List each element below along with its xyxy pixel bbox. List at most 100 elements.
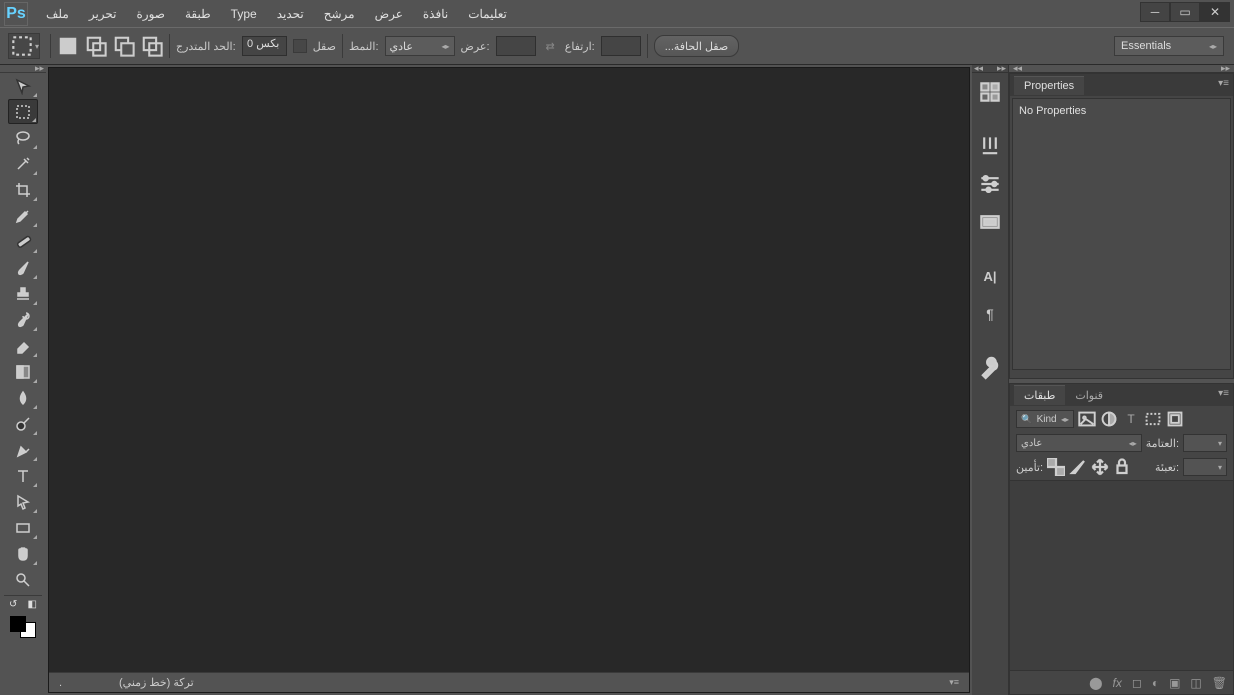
default-colors-icon[interactable]: ◧ [28, 599, 37, 610]
intersect-selection-button[interactable] [141, 35, 163, 57]
height-input[interactable] [601, 36, 641, 56]
menu-image[interactable]: صورة [127, 4, 175, 24]
panel-menu-icon[interactable]: ▾≡ [949, 677, 959, 688]
text-tool[interactable] [8, 463, 38, 488]
swap-icon[interactable]: ⇄ [542, 40, 559, 53]
opacity-input[interactable]: ▾ [1183, 434, 1227, 452]
layers-tab[interactable]: طبقات [1014, 385, 1065, 405]
new-selection-button[interactable] [57, 35, 79, 57]
layer-mask-button[interactable]: ◻ [1132, 676, 1142, 690]
character-panel-button[interactable]: A| [977, 263, 1003, 289]
feather-input[interactable]: 0 بكس [242, 36, 287, 56]
pen-tool[interactable] [8, 437, 38, 462]
lasso-tool[interactable] [8, 125, 38, 150]
filter-shape-button[interactable] [1144, 410, 1162, 428]
lock-transparency-button[interactable] [1047, 458, 1065, 476]
filter-smart-button[interactable] [1166, 410, 1184, 428]
minimize-button[interactable]: ─ [1140, 2, 1170, 22]
panel-menu-button[interactable]: ▾≡ [1218, 78, 1229, 89]
crop-tool[interactable] [8, 177, 38, 202]
tools-preset-panel-button[interactable] [977, 355, 1003, 381]
lock-all-button[interactable] [1113, 458, 1131, 476]
panels-grip[interactable]: ◂◂▸▸ [1009, 65, 1234, 73]
close-button[interactable]: ✕ [1200, 2, 1230, 22]
menu-help[interactable]: تعليمات [458, 4, 517, 24]
maximize-button[interactable]: ▭ [1170, 2, 1200, 22]
lock-pixels-button[interactable] [1069, 458, 1087, 476]
blur-tool[interactable] [8, 385, 38, 410]
styles-panel-button[interactable] [977, 209, 1003, 235]
color-panel-button[interactable] [977, 79, 1003, 105]
subtract-selection-button[interactable] [113, 35, 135, 57]
fill-input[interactable]: ▾ [1183, 458, 1227, 476]
shape-tool[interactable] [8, 515, 38, 540]
quick-select-tool[interactable] [8, 151, 38, 176]
color-swatches[interactable] [8, 614, 38, 640]
panel-menu-button[interactable]: ▾≡ [1218, 388, 1229, 399]
swap-colors-icon[interactable]: ↺ [9, 599, 17, 610]
sub-sel-icon [113, 35, 135, 57]
zoom-level[interactable]: . [59, 677, 99, 689]
workspace-switcher[interactable]: Essentials ◂▸ [1114, 36, 1224, 56]
gradient-tool[interactable] [8, 359, 38, 384]
blend-mode-value: عادي [1021, 438, 1042, 449]
blend-mode-select[interactable]: عادي◂▸ [1016, 434, 1142, 452]
stamp-tool[interactable] [8, 281, 38, 306]
eyedropper-tool[interactable] [8, 203, 38, 228]
eraser-tool[interactable] [8, 333, 38, 358]
filter-text-button[interactable]: T [1122, 410, 1140, 428]
hand-tool[interactable] [8, 541, 38, 566]
link-layers-button[interactable]: ⬤ [1089, 676, 1102, 690]
add-selection-button[interactable] [85, 35, 107, 57]
menu-filter[interactable]: مرشح [314, 4, 365, 24]
group-button[interactable]: ▣ [1169, 676, 1180, 690]
channels-tab[interactable]: قنوات [1065, 386, 1113, 405]
refine-edge-button[interactable]: ...صقل الحافة [654, 35, 739, 57]
healing-tool[interactable] [8, 229, 38, 254]
filter-adjust-button[interactable] [1100, 410, 1118, 428]
zoom-tool[interactable] [8, 567, 38, 592]
bandage-icon [14, 233, 32, 251]
new-layer-button[interactable]: ◫ [1190, 676, 1201, 690]
style-select[interactable]: عادي ◂▸ [385, 36, 455, 56]
filter-kind-select[interactable]: 🔍Kind◂▸ [1016, 410, 1074, 428]
antialias-label: صقل [313, 40, 336, 53]
lock-position-button[interactable] [1091, 458, 1109, 476]
delete-layer-button[interactable]: 🗑 [1212, 676, 1227, 690]
foreground-color-swatch[interactable] [10, 616, 26, 632]
width-input[interactable] [496, 36, 536, 56]
menu-window[interactable]: نافذة [413, 4, 458, 24]
properties-tab[interactable]: Properties [1014, 76, 1084, 95]
history-brush-tool[interactable] [8, 307, 38, 332]
layers-list[interactable] [1010, 480, 1233, 670]
brush-tool[interactable] [8, 255, 38, 280]
path-select-tool[interactable] [8, 489, 38, 514]
menu-bar: Ps ملف تحرير صورة طبقة Type تحديد مرشح ع… [0, 0, 1234, 27]
menu-edit[interactable]: تحرير [79, 4, 127, 24]
brushes-panel-button[interactable] [977, 133, 1003, 159]
panel-grip[interactable]: ▸▸ [0, 65, 46, 73]
filter-pixel-button[interactable] [1078, 410, 1096, 428]
sliders-icon [977, 171, 1003, 197]
menu-select[interactable]: تحديد [267, 4, 314, 24]
timeline-tab[interactable]: تركة (خط زمني) [119, 676, 194, 689]
style-value: عادي [390, 40, 413, 53]
marquee-tool[interactable] [8, 99, 38, 124]
antialias-checkbox[interactable] [293, 39, 307, 53]
dodge-tool[interactable] [8, 411, 38, 436]
menu-layer[interactable]: طبقة [175, 4, 221, 24]
move-tool[interactable] [8, 73, 38, 98]
layer-style-button[interactable]: fx [1113, 676, 1122, 690]
menu-file[interactable]: ملف [36, 4, 79, 24]
separator [50, 34, 51, 58]
dock-grip[interactable]: ◂◂▸▸ [972, 65, 1008, 73]
menu-type[interactable]: Type [221, 4, 267, 24]
adjustments-panel-button[interactable] [977, 171, 1003, 197]
window-controls: ─ ▭ ✕ [1140, 2, 1230, 22]
current-tool-preset[interactable]: ▾ [8, 33, 40, 59]
paragraph-panel-button[interactable]: ¶ [977, 301, 1003, 327]
square-icon [57, 35, 79, 57]
adjustment-layer-button[interactable]: ◐ [1152, 676, 1159, 690]
menu-view[interactable]: عرض [365, 4, 413, 24]
kind-label: Kind [1037, 414, 1057, 425]
